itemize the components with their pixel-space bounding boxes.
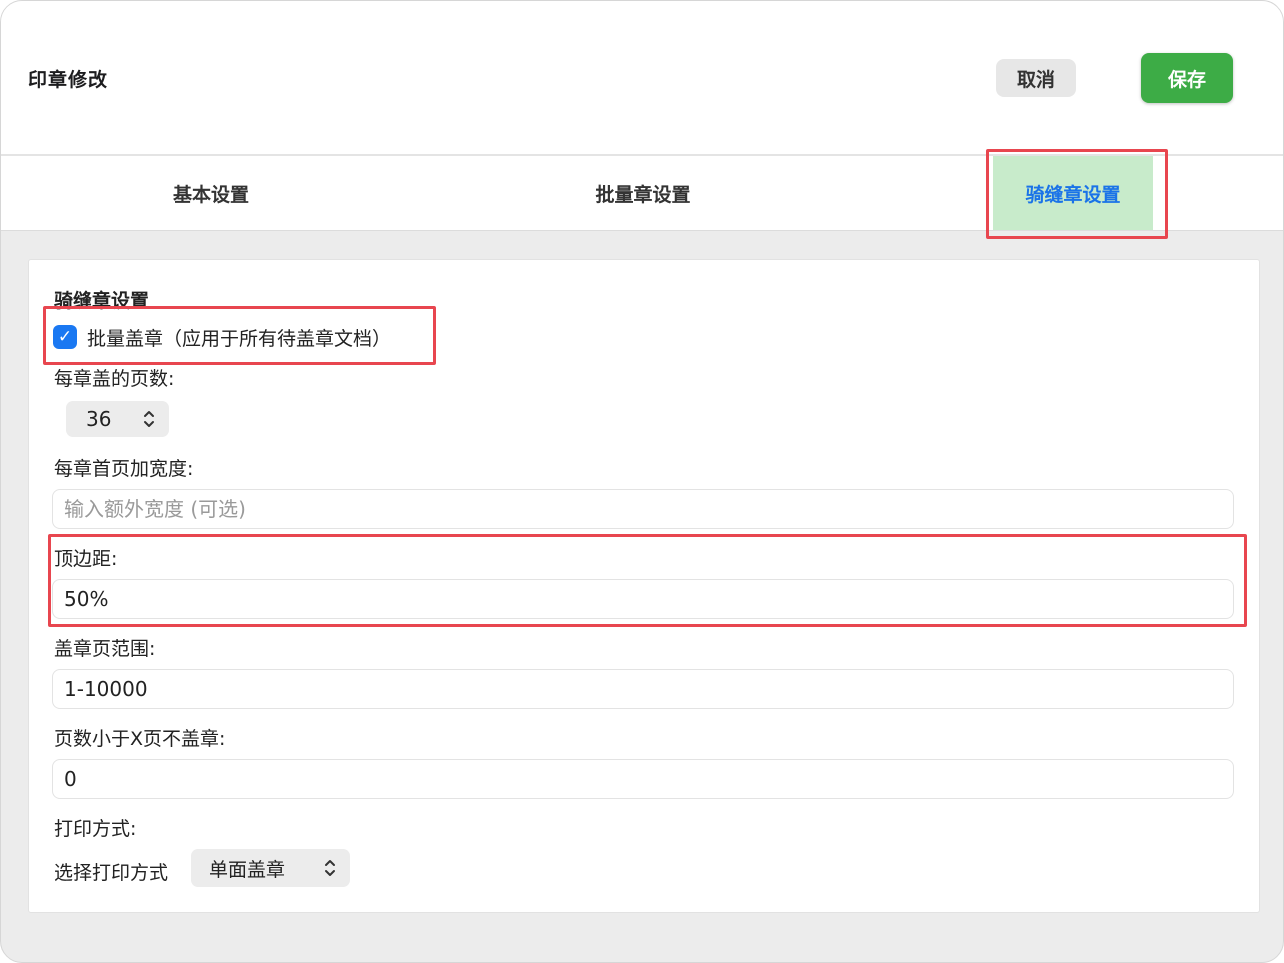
page-range-label: 盖章页范围: bbox=[54, 638, 156, 660]
print-mode-select-label: 选择打印方式 bbox=[54, 862, 169, 884]
page-range-input[interactable]: 1-10000 bbox=[52, 669, 1234, 709]
page-title: 印章修改 bbox=[28, 69, 109, 91]
updown-chevron-icon bbox=[325, 860, 335, 876]
pages-per-seal-value: 36 bbox=[86, 407, 112, 431]
batch-seal-checkbox[interactable]: ✓ bbox=[53, 325, 77, 349]
seal-edit-window: 印章修改 取消 保存 基本设置 批量章设置 骑缝章设置 骑缝章设置 ✓ 批量盖章… bbox=[0, 0, 1284, 963]
tab-batch-seal-settings[interactable]: 批量章设置 bbox=[543, 156, 743, 230]
batch-seal-checkbox-row[interactable]: ✓ 批量盖章（应用于所有待盖章文档） bbox=[53, 322, 391, 352]
save-button[interactable]: 保存 bbox=[1141, 53, 1233, 103]
batch-seal-checkbox-label: 批量盖章（应用于所有待盖章文档） bbox=[87, 327, 392, 350]
min-pages-label: 页数小于X页不盖章: bbox=[54, 728, 226, 750]
top-margin-input[interactable]: 50% bbox=[52, 579, 1234, 619]
cancel-button[interactable]: 取消 bbox=[996, 59, 1076, 97]
tab-bar: 基本设置 批量章设置 骑缝章设置 bbox=[1, 156, 1283, 231]
pages-per-seal-stepper[interactable]: 36 bbox=[66, 401, 169, 437]
tab-basic-settings[interactable]: 基本设置 bbox=[111, 156, 311, 230]
settings-panel: 骑缝章设置 ✓ 批量盖章（应用于所有待盖章文档） 每章盖的页数: 36 每章首页… bbox=[28, 259, 1260, 913]
pages-per-seal-label: 每章盖的页数: bbox=[54, 368, 175, 390]
first-page-width-input[interactable] bbox=[52, 489, 1234, 529]
header-bar: 印章修改 取消 保存 bbox=[1, 1, 1283, 156]
updown-chevron-icon bbox=[144, 411, 154, 427]
checkmark-icon: ✓ bbox=[57, 327, 73, 347]
print-mode-value: 单面盖章 bbox=[209, 858, 286, 881]
first-page-width-label: 每章首页加宽度: bbox=[54, 458, 194, 480]
min-pages-input[interactable]: 0 bbox=[52, 759, 1234, 799]
top-margin-label: 顶边距: bbox=[54, 548, 118, 570]
tab-seam-seal-settings[interactable]: 骑缝章设置 bbox=[993, 156, 1153, 230]
print-mode-label: 打印方式: bbox=[54, 818, 137, 840]
print-mode-select[interactable]: 单面盖章 bbox=[191, 849, 350, 887]
section-title: 骑缝章设置 bbox=[54, 290, 150, 312]
